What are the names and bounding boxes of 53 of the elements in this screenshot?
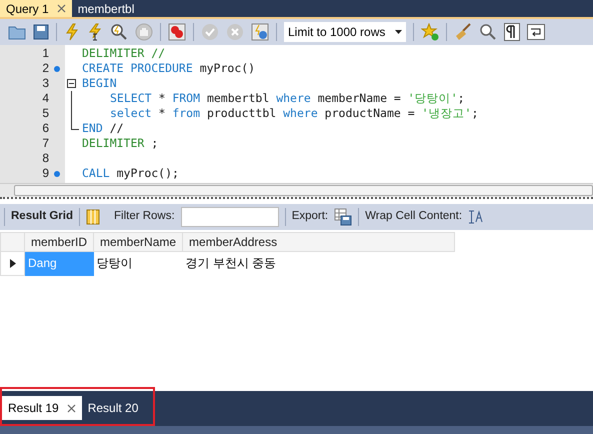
limit-dropdown[interactable]: Limit to 1000 rows: [284, 22, 406, 42]
pilcrow-icon[interactable]: [504, 23, 520, 41]
lightning-cursor-icon[interactable]: [87, 23, 103, 41]
code-line: CALL myProc();: [82, 166, 180, 181]
check-icon[interactable]: [201, 23, 219, 41]
table-cell[interactable]: 당탕이: [94, 252, 183, 276]
line-number: 3: [42, 76, 49, 91]
lightning-icon[interactable]: [64, 23, 80, 41]
export-label: Export:: [292, 209, 328, 224]
code-line: BEGIN: [82, 76, 118, 91]
close-icon[interactable]: [66, 404, 76, 412]
code-line: SELECT * FROM membertbl where memberName = '당탕이';: [109, 91, 466, 106]
search-icon[interactable]: [479, 23, 497, 41]
column-header[interactable]: memberAddress: [182, 232, 455, 252]
line-number: 5: [42, 106, 49, 121]
folder-icon[interactable]: [8, 24, 26, 40]
line-number: 2: [42, 61, 49, 76]
wrap-text-icon[interactable]: [468, 210, 484, 224]
wrap-icon[interactable]: [527, 24, 545, 40]
broom-icon[interactable]: [454, 23, 472, 41]
line-number: 1: [42, 46, 49, 61]
line-number: 9: [42, 166, 49, 181]
breakpoint-marker[interactable]: [54, 66, 60, 72]
code-line: END //: [82, 121, 125, 136]
line-number: 7: [42, 136, 49, 151]
scrollbar-thumb[interactable]: [14, 185, 593, 196]
column-header[interactable]: memberName: [94, 232, 183, 252]
horizontal-scrollbar[interactable]: [0, 183, 593, 197]
code-line: CREATE PROCEDURE myProc(): [82, 61, 256, 76]
result-tab[interactable]: Result 19: [2, 396, 82, 420]
magnifier-lightning-icon[interactable]: [110, 23, 128, 41]
close-icon[interactable]: [56, 4, 66, 13]
breakpoint-marker[interactable]: [54, 170, 60, 176]
result-grid-label: Result Grid: [11, 209, 73, 224]
code-line: DELIMITER //: [82, 46, 166, 61]
wrap-cell-content-label: Wrap Cell Content:: [365, 209, 462, 224]
line-number: 8: [42, 151, 49, 166]
editor-tab[interactable]: Query 1: [0, 0, 72, 17]
fold-toggle-icon[interactable]: [67, 79, 76, 88]
save-icon[interactable]: [33, 24, 49, 40]
star-add-icon[interactable]: [421, 23, 439, 41]
autocommit-icon[interactable]: [251, 23, 269, 41]
code-line: select * from producttbl where productName = '냉장고';: [109, 106, 480, 121]
export-icon[interactable]: [334, 208, 352, 226]
fold-end-line: [71, 121, 79, 130]
columns-icon[interactable]: [86, 209, 100, 225]
line-number: 6: [42, 121, 49, 136]
line-number: 4: [42, 91, 49, 106]
error-toggle-icon[interactable]: [168, 23, 186, 41]
dropdown-caret-icon[interactable]: [395, 30, 402, 34]
code-line: DELIMITER ;: [82, 136, 160, 151]
filter-rows-label: Filter Rows:: [114, 209, 175, 224]
filter-rows-field[interactable]: [180, 207, 279, 227]
